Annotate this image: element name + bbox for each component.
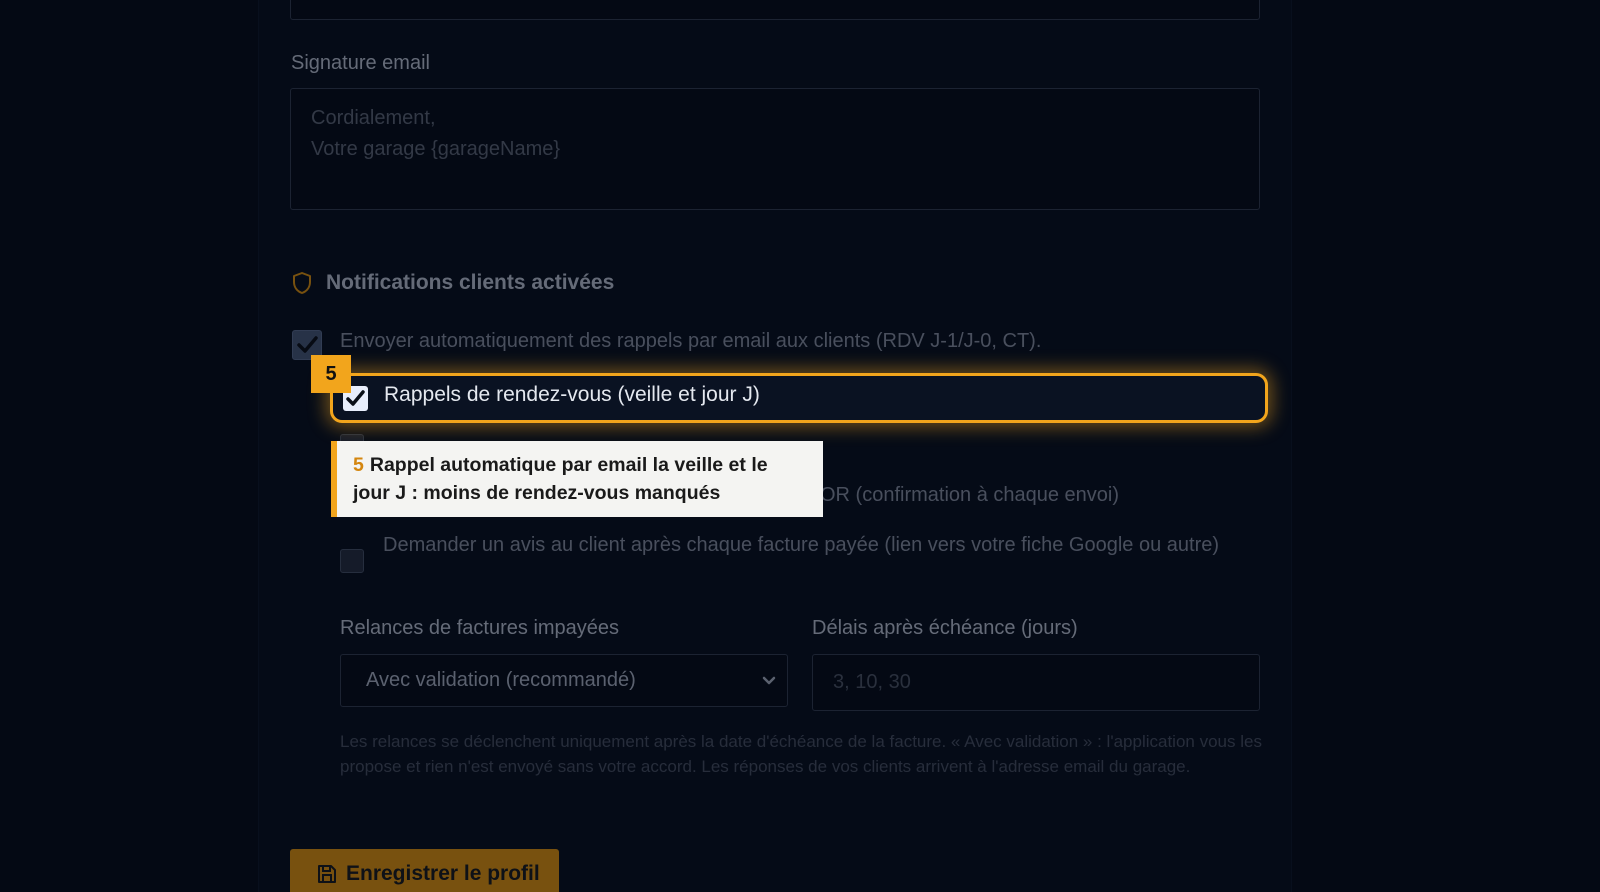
previous-field-input[interactable] — [290, 0, 1260, 20]
save-profile-button[interactable]: Enregistrer le profil — [290, 849, 559, 892]
reminders-help-text: Les relances se déclenchent uniquement a… — [340, 732, 1262, 776]
appointment-reminders-label: Rappels de rendez-vous (veille et jour J… — [384, 383, 760, 406]
highlighted-option-appointment-reminders[interactable]: Rappels de rendez-vous (veille et jour J… — [330, 373, 1268, 423]
reminders-selected-value: Avec validation (recommandé) — [366, 669, 636, 691]
notifications-title: Notifications clients activées — [326, 271, 615, 294]
tooltip-text: Rappel automatique par email la veille e… — [353, 454, 768, 504]
option-confirmation-label: OR (confirmation à chaque envoi) — [820, 484, 1120, 506]
review-request-label: Demander un avis au client après chaque … — [383, 534, 1220, 556]
notifications-section-title: Notifications clients activées — [292, 271, 614, 295]
delays-placeholder: 3, 10, 30 — [833, 671, 911, 693]
reminders-label: Relances de factures impayées — [340, 617, 620, 639]
checkmark-icon — [297, 336, 318, 353]
delays-label: Délais après échéance (jours) — [812, 617, 1078, 639]
shield-icon — [293, 272, 311, 294]
review-request-checkbox[interactable] — [340, 549, 364, 573]
tutorial-step-badge: 5 — [311, 355, 351, 393]
delays-input[interactable]: 3, 10, 30 — [812, 654, 1260, 711]
save-button-label: Enregistrer le profil — [346, 862, 540, 885]
save-icon — [318, 865, 336, 883]
signature-label: Signature email — [291, 52, 430, 74]
reminders-select[interactable]: Avec validation (recommandé) — [340, 654, 788, 707]
chevron-down-icon — [762, 676, 776, 685]
tutorial-tooltip: 5 Rappel automatique par email la veille … — [331, 441, 823, 517]
master-reminders-label: Envoyer automatiquement des rappels par … — [340, 330, 1042, 352]
signature-textarea[interactable]: Cordialement, Votre garage {garageName} — [290, 88, 1260, 210]
tooltip-step-number: 5 — [353, 454, 364, 476]
